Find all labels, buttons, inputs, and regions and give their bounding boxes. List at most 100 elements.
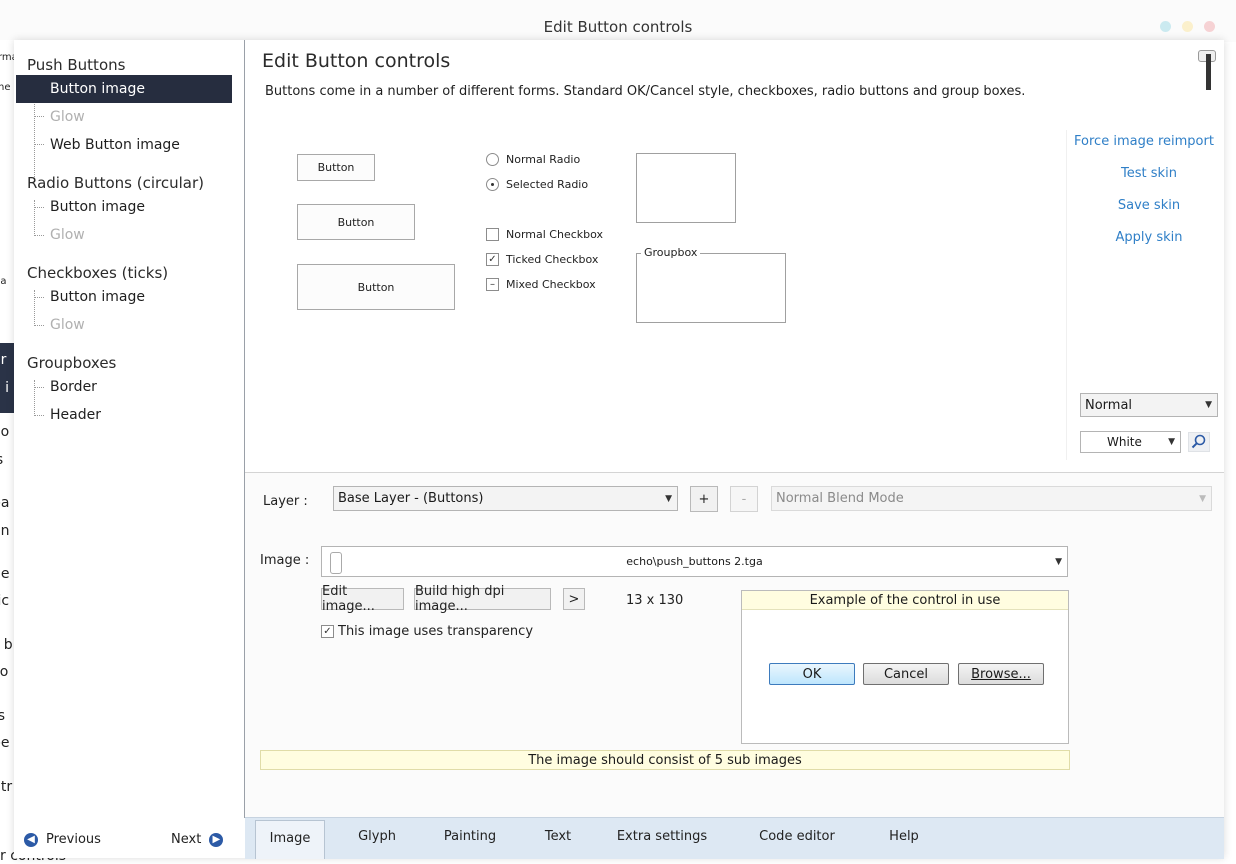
preview-border-box — [636, 153, 736, 223]
image-dimensions: 13 x 130 — [626, 593, 684, 608]
section-groupboxes: Groupboxes — [27, 354, 117, 372]
chevron-down-icon: ▼ — [1168, 437, 1175, 447]
tab-painting[interactable]: Painting — [435, 818, 505, 856]
background-text: or — [0, 352, 7, 368]
preview-button-medium[interactable]: Button — [297, 204, 415, 240]
example-browse-button[interactable]: Browse... — [958, 663, 1044, 685]
transparency-checkbox[interactable]: ✓ — [321, 625, 334, 638]
save-skin-link[interactable]: Save skin — [1079, 198, 1219, 213]
image-path-value: echo\push_buttons 2.tga — [626, 555, 763, 568]
state-select-value: Normal — [1085, 397, 1133, 413]
close-dot-icon[interactable] — [1204, 21, 1215, 32]
chevron-down-icon: ▼ — [1055, 556, 1062, 567]
normal-radio[interactable] — [486, 153, 499, 166]
edit-image-button[interactable]: Edit image... — [321, 584, 404, 614]
previous-button[interactable]: ◀ Previous — [24, 832, 101, 847]
tree-item-radio-glow[interactable]: Glow — [16, 221, 232, 249]
background-text: ntr — [0, 779, 13, 795]
edit-button-controls-dialog: Push Buttons Button image Glow Web Butto… — [14, 40, 1224, 859]
window-title: Edit Button controls — [543, 18, 693, 36]
image-thumbnail-icon — [330, 552, 342, 574]
sidebar: Push Buttons Button image Glow Web Butto… — [14, 40, 244, 858]
previous-label: Previous — [46, 832, 101, 847]
tree-item-groupbox-border[interactable]: Border — [16, 373, 232, 401]
actions-divider — [1066, 130, 1067, 460]
tab-image[interactable]: Image — [255, 820, 325, 859]
section-radio-buttons: Radio Buttons (circular) — [27, 174, 204, 192]
tab-extra-settings[interactable]: Extra settings — [607, 818, 717, 856]
maximize-dot-icon[interactable] — [1160, 21, 1171, 32]
background-text: pa — [0, 495, 10, 511]
tree-item-checkbox-button-image[interactable]: Button image — [16, 283, 232, 311]
tab-help[interactable]: Help — [875, 818, 933, 856]
image-label: Image : — [260, 553, 310, 568]
tree-item-groupbox-header[interactable]: Header — [16, 401, 232, 429]
tab-code-editor[interactable]: Code editor — [743, 818, 851, 856]
test-skin-link[interactable]: Test skin — [1079, 166, 1219, 181]
tree-item-radio-button-image[interactable]: Button image — [16, 193, 232, 221]
background-window: rma ne pa or e i oo is pa on ne tic s b … — [0, 40, 14, 862]
tab-glyph[interactable]: Glyph — [345, 818, 409, 856]
example-cancel-button[interactable]: Cancel — [863, 663, 949, 685]
background-color-select[interactable]: White ▼ — [1080, 431, 1181, 453]
tree-item-push-glow[interactable]: Glow — [16, 103, 232, 131]
arrow-left-icon: ◀ — [24, 832, 38, 847]
mixed-checkbox[interactable]: – — [486, 278, 499, 291]
vertical-scrollbar[interactable] — [1206, 54, 1211, 90]
background-text: ne — [0, 566, 10, 582]
chevron-down-icon: ▼ — [1205, 400, 1212, 410]
ticked-checkbox[interactable]: ✓ — [486, 253, 499, 266]
background-text: rs — [0, 708, 6, 724]
magnifier-icon — [1191, 434, 1206, 449]
build-high-dpi-image-button[interactable]: Build high dpi image... — [414, 584, 551, 614]
next-label: Next — [171, 832, 202, 847]
layer-select[interactable]: Base Layer - (Buttons) ▼ — [333, 486, 678, 511]
background-text: pe — [0, 735, 10, 751]
zoom-button[interactable] — [1188, 432, 1210, 452]
state-select[interactable]: Normal ▼ — [1080, 393, 1218, 417]
background-text: a — [0, 806, 1, 822]
chevron-down-icon: ▼ — [1199, 493, 1206, 504]
background-text: pa — [0, 276, 7, 287]
example-ok-button[interactable]: OK — [769, 663, 855, 685]
section-push-buttons: Push Buttons — [27, 56, 126, 74]
sub-image-note: The image should consist of 5 sub images — [260, 750, 1070, 770]
section-checkboxes: Checkboxes (ticks) — [27, 264, 169, 282]
preview-button-small[interactable]: Button — [297, 154, 375, 181]
preview-groupbox — [636, 253, 786, 323]
layer-label: Layer : — [263, 494, 308, 509]
background-text: tic — [0, 593, 10, 609]
background-text: co — [0, 664, 9, 680]
selected-radio[interactable] — [486, 178, 499, 191]
tree-item-web-button-image[interactable]: Web Button image — [16, 131, 232, 159]
remove-layer-button[interactable]: - — [730, 486, 758, 512]
apply-skin-link[interactable]: Apply skin — [1079, 230, 1219, 245]
force-image-reimport-link[interactable]: Force image reimport — [1074, 134, 1214, 149]
minimize-dot-icon[interactable] — [1182, 21, 1193, 32]
blend-mode-select[interactable]: Normal Blend Mode ▼ — [771, 486, 1212, 511]
normal-checkbox[interactable] — [486, 228, 499, 241]
normal-checkbox-label: Normal Checkbox — [506, 228, 604, 241]
tree-item-push-button-image[interactable]: Button image — [16, 75, 232, 103]
more-options-button[interactable]: > — [563, 588, 585, 610]
page-description: Buttons come in a number of different fo… — [265, 84, 1026, 99]
add-layer-button[interactable]: + — [690, 486, 718, 512]
background-color-value: White — [1107, 435, 1142, 449]
tree-item-checkbox-glow[interactable]: Glow — [16, 311, 232, 339]
image-path-select[interactable]: echo\push_buttons 2.tga ▼ — [321, 546, 1068, 577]
next-button[interactable]: Next ▶ — [171, 832, 224, 847]
tab-text[interactable]: Text — [535, 818, 581, 856]
background-text: s b — [0, 637, 13, 653]
groupbox-label: Groupbox — [641, 246, 701, 259]
blend-mode-value: Normal Blend Mode — [776, 491, 904, 506]
transparency-label: This image uses transparency — [338, 624, 534, 639]
background-text: rma — [0, 52, 14, 63]
arrow-right-icon: ▶ — [209, 832, 224, 847]
tab-bar: Image Glyph Painting Text Extra settings… — [245, 817, 1224, 859]
preview-button-large[interactable]: Button — [297, 264, 455, 310]
normal-radio-label: Normal Radio — [506, 153, 581, 166]
background-text: ne — [0, 82, 11, 93]
layer-select-value: Base Layer - (Buttons) — [338, 491, 484, 506]
background-text: e i — [0, 380, 9, 396]
ticked-checkbox-label: Ticked Checkbox — [506, 253, 599, 266]
